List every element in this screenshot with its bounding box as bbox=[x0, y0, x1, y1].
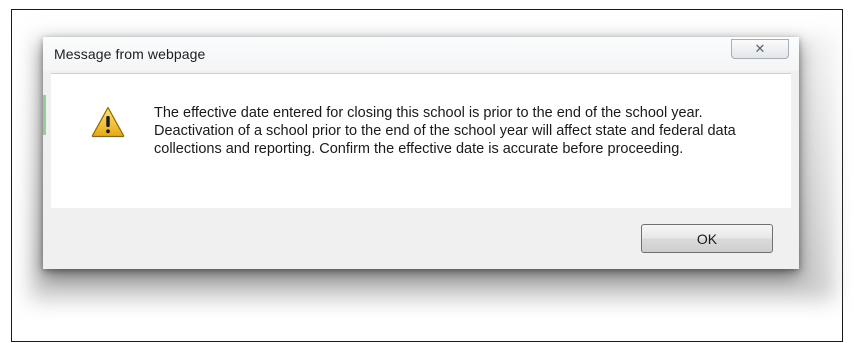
dialog-footer: OK bbox=[51, 208, 791, 269]
dialog-titlebar[interactable]: Message from webpage ✕ bbox=[43, 37, 799, 71]
background-window-edge bbox=[43, 95, 46, 135]
close-button[interactable]: ✕ bbox=[731, 39, 789, 59]
warning-icon bbox=[91, 106, 125, 138]
close-icon: ✕ bbox=[754, 41, 766, 57]
dialog-content: The effective date entered for closing t… bbox=[51, 73, 791, 208]
dialog-message: The effective date entered for closing t… bbox=[154, 105, 736, 157]
dialog-title: Message from webpage bbox=[54, 46, 206, 62]
message-dialog: Message from webpage ✕ The effective dat… bbox=[43, 37, 799, 269]
ok-button[interactable]: OK bbox=[641, 224, 773, 253]
